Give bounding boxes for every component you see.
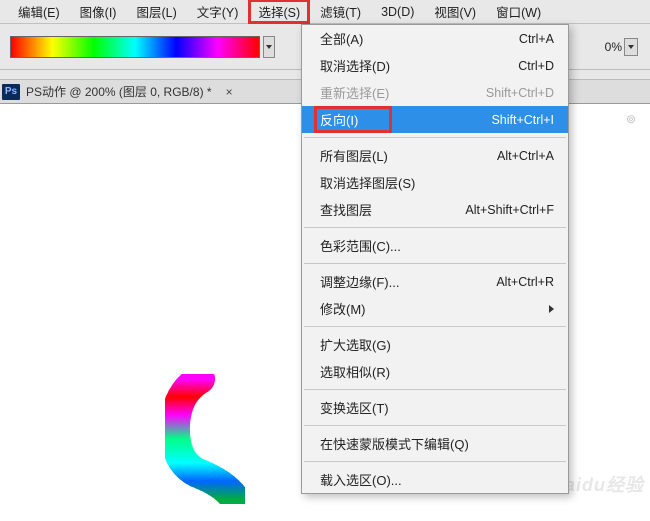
- menu-item-label: 载入选区(O)...: [320, 470, 402, 489]
- menu-modify[interactable]: 修改(M): [302, 295, 568, 322]
- menu-deselect[interactable]: 取消选择(D) Ctrl+D: [302, 52, 568, 79]
- gradient-dropdown-button[interactable]: [263, 36, 275, 58]
- gradient-preview[interactable]: [10, 36, 260, 58]
- menubar: 编辑(E) 图像(I) 图层(L) 文字(Y) 选择(S) 滤镜(T) 3D(D…: [0, 0, 650, 24]
- menu-window[interactable]: 窗口(W): [486, 0, 551, 24]
- menu-quick-mask[interactable]: 在快速蒙版模式下编辑(Q): [302, 430, 568, 457]
- menu-item-label: 重新选择(E): [320, 83, 389, 102]
- menu-all-layers[interactable]: 所有图层(L) Alt+Ctrl+A: [302, 142, 568, 169]
- menu-separator: [304, 461, 566, 462]
- menu-item-shortcut: Alt+Ctrl+A: [497, 149, 554, 163]
- menu-item-label: 色彩范围(C)...: [320, 236, 401, 255]
- menu-item-label: 扩大选取(G): [320, 335, 391, 354]
- menu-layer[interactable]: 图层(L): [126, 0, 186, 24]
- menu-item-label: 所有图层(L): [320, 146, 388, 165]
- menu-3d[interactable]: 3D(D): [371, 2, 424, 22]
- menu-item-label: 修改(M): [320, 299, 366, 318]
- menu-text[interactable]: 文字(Y): [187, 0, 249, 24]
- opacity-value[interactable]: 0%: [605, 38, 638, 56]
- zoom-indicator-icon: ⊚: [626, 112, 636, 126]
- menu-deselect-layers[interactable]: 取消选择图层(S): [302, 169, 568, 196]
- chevron-down-icon: [266, 45, 272, 49]
- menu-item-label: 全部(A): [320, 29, 363, 48]
- menu-similar[interactable]: 选取相似(R): [302, 358, 568, 385]
- menu-item-label: 反向(I): [320, 110, 358, 129]
- menu-item-label: 在快速蒙版模式下编辑(Q): [320, 434, 469, 453]
- menu-separator: [304, 227, 566, 228]
- color-stroke-artwork: [165, 374, 245, 504]
- document-title[interactable]: PS动作 @ 200% (图层 0, RGB/8) *: [26, 83, 212, 100]
- menu-item-shortcut: Ctrl+A: [519, 32, 554, 46]
- menu-item-label: 调整边缘(F)...: [320, 272, 399, 291]
- menu-color-range[interactable]: 色彩范围(C)...: [302, 232, 568, 259]
- menu-separator: [304, 326, 566, 327]
- menu-item-shortcut: Alt+Shift+Ctrl+F: [465, 203, 554, 217]
- menu-item-label: 变换选区(T): [320, 398, 389, 417]
- menu-find-layers[interactable]: 查找图层 Alt+Shift+Ctrl+F: [302, 196, 568, 223]
- menu-transform-selection[interactable]: 变换选区(T): [302, 394, 568, 421]
- menu-item-label: 查找图层: [320, 200, 372, 219]
- select-menu-dropdown: 全部(A) Ctrl+A 取消选择(D) Ctrl+D 重新选择(E) Shif…: [301, 24, 569, 494]
- close-document-button[interactable]: ×: [222, 85, 237, 99]
- menu-select-all[interactable]: 全部(A) Ctrl+A: [302, 25, 568, 52]
- menu-item-shortcut: Ctrl+D: [518, 59, 554, 73]
- menu-item-label: 取消选择图层(S): [320, 173, 415, 192]
- menu-item-label: 选取相似(R): [320, 362, 390, 381]
- ps-badge-icon: Ps: [2, 84, 20, 100]
- menu-refine-edge[interactable]: 调整边缘(F)... Alt+Ctrl+R: [302, 268, 568, 295]
- menu-filter[interactable]: 滤镜(T): [310, 0, 371, 24]
- menu-inverse[interactable]: 反向(I) Shift+Ctrl+I: [302, 106, 568, 133]
- menu-separator: [304, 425, 566, 426]
- submenu-arrow-icon: [549, 305, 554, 313]
- menu-separator: [304, 137, 566, 138]
- menu-select[interactable]: 选择(S): [248, 0, 310, 24]
- opacity-dropdown-button[interactable]: [624, 38, 638, 56]
- menu-view[interactable]: 视图(V): [424, 0, 486, 24]
- opacity-control: 0%: [605, 38, 638, 56]
- menu-item-shortcut: Shift+Ctrl+D: [486, 86, 554, 100]
- menu-separator: [304, 389, 566, 390]
- menu-reselect: 重新选择(E) Shift+Ctrl+D: [302, 79, 568, 106]
- menu-edit[interactable]: 编辑(E): [8, 0, 70, 24]
- gradient-picker[interactable]: [10, 36, 275, 58]
- opacity-label: 0%: [605, 40, 622, 54]
- menu-grow[interactable]: 扩大选取(G): [302, 331, 568, 358]
- menu-item-shortcut: Alt+Ctrl+R: [496, 275, 554, 289]
- menu-separator: [304, 263, 566, 264]
- menu-item-shortcut: Shift+Ctrl+I: [491, 113, 554, 127]
- chevron-down-icon: [628, 45, 634, 49]
- menu-image[interactable]: 图像(I): [70, 0, 127, 24]
- menu-item-label: 取消选择(D): [320, 56, 390, 75]
- menu-load-selection[interactable]: 载入选区(O)...: [302, 466, 568, 493]
